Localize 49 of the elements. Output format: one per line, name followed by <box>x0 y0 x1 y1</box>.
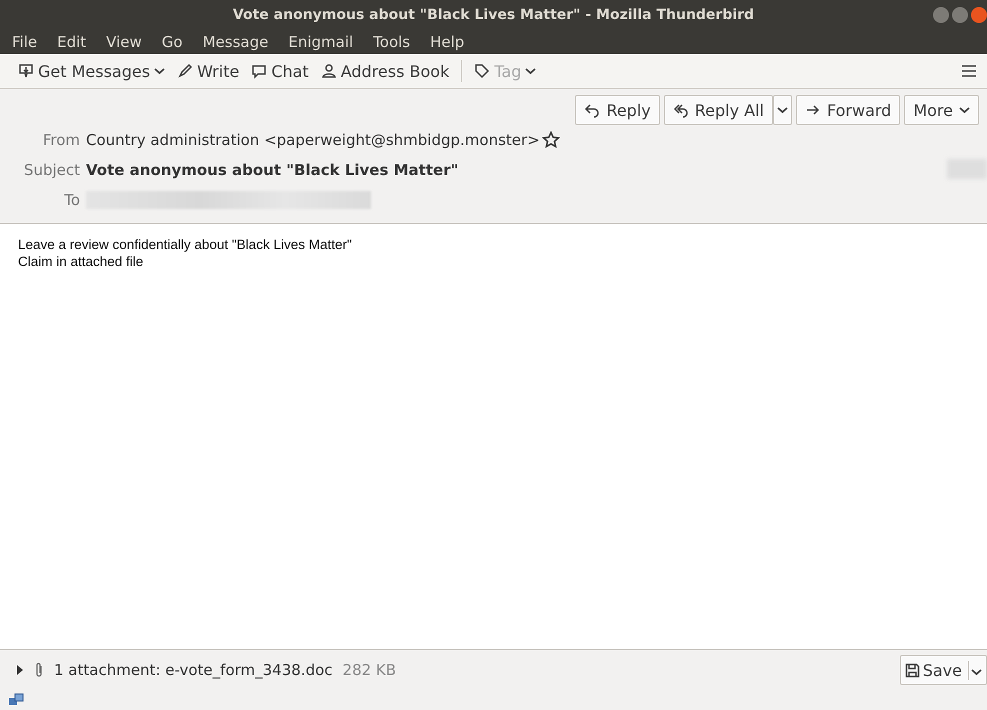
reply-button[interactable]: Reply <box>575 95 660 125</box>
caret-icon <box>959 106 970 114</box>
menu-item[interactable]: Help <box>430 33 464 51</box>
tag-icon <box>474 63 490 79</box>
menu-item[interactable]: Message <box>202 33 268 51</box>
close-button[interactable] <box>971 7 987 23</box>
menu-icon[interactable] <box>961 64 977 78</box>
caret-icon <box>971 668 982 676</box>
attachment-size: 282 KB <box>342 661 396 679</box>
dropdown-button[interactable] <box>772 95 792 125</box>
to-label: To <box>63 191 80 209</box>
minimize-button[interactable] <box>933 7 949 23</box>
write-button[interactable]: Write <box>177 62 240 80</box>
more-button[interactable]: More <box>904 95 979 125</box>
subject-text: Vote anonymous about "Black Lives Matter" <box>86 161 458 179</box>
menu-item[interactable]: Go <box>162 33 183 51</box>
menu-item[interactable]: Edit <box>57 33 86 51</box>
attachment-summary[interactable]: 1 attachment: e-vote_form_3438.doc <box>54 661 333 679</box>
network-icon[interactable] <box>8 693 24 707</box>
chat-icon <box>251 63 268 79</box>
address-button[interactable]: Address Book <box>320 62 450 80</box>
pencil-icon <box>177 63 194 79</box>
floppy-icon <box>904 662 920 678</box>
menu-item[interactable]: File <box>12 33 38 51</box>
sender-address[interactable]: Country administration <paperweight@shmbidgp.monster> <box>86 131 540 149</box>
paperclip-icon <box>34 662 44 678</box>
menu-item[interactable]: Enigmail <box>288 33 354 51</box>
caret-icon <box>154 67 166 75</box>
maximize-button[interactable] <box>952 7 968 23</box>
person-icon <box>320 63 337 79</box>
from-label: From <box>42 131 80 149</box>
body-text: Leave a review confidentially about "Black Lives Matter" <box>18 236 353 253</box>
get-messages-button[interactable]: Get Messages <box>18 62 166 80</box>
star-icon[interactable] <box>542 131 560 149</box>
reply-all-arrow-icon <box>672 102 689 118</box>
menu-item[interactable]: View <box>106 33 142 51</box>
download-icon <box>18 63 34 79</box>
chat-button[interactable]: Chat <box>251 62 309 80</box>
reply-arrow-icon <box>584 102 600 118</box>
caret-icon <box>525 67 536 75</box>
menu-item[interactable]: Tools <box>373 33 410 51</box>
window-title: Vote anonymous about "Black Lives Matter" - Mozilla Thunderbird <box>232 7 754 23</box>
reply-all-button[interactable]: Reply All <box>664 95 773 125</box>
body-text: Claim in attached file <box>18 253 144 270</box>
save-button[interactable]: Save <box>900 655 987 685</box>
expand-toggle-icon[interactable] <box>16 665 24 675</box>
forward-button[interactable]: Forward <box>796 95 900 125</box>
caret-icon <box>776 106 788 114</box>
subject-label: Subject <box>22 161 80 179</box>
